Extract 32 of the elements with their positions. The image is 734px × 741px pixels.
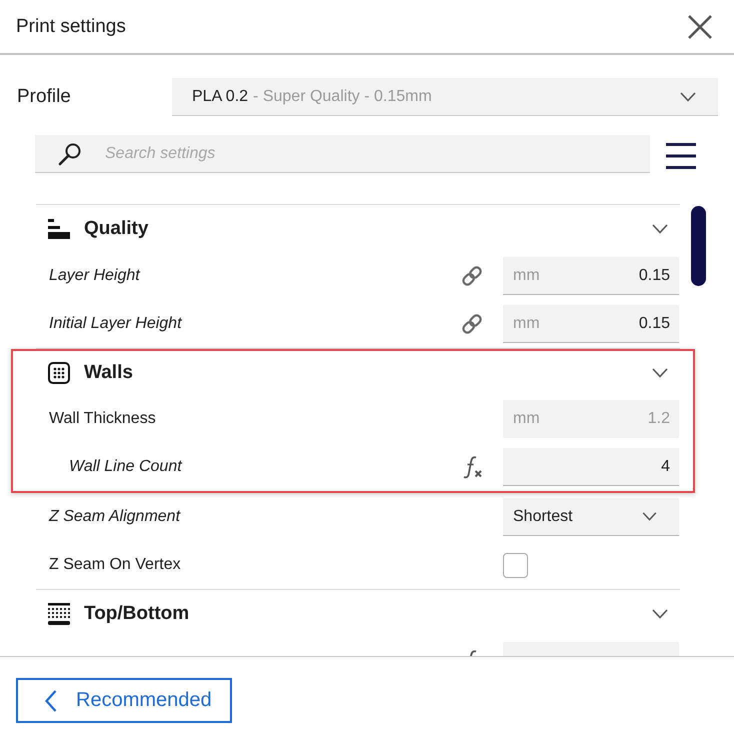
chevron-icon[interactable] — [652, 608, 668, 618]
link-icon[interactable] — [460, 264, 484, 288]
checkbox[interactable] — [503, 552, 528, 578]
setting-label: Initial Layer Height — [49, 315, 184, 333]
setting-label: Z Seam On Vertex — [49, 556, 182, 574]
close-icon[interactable] — [687, 14, 713, 40]
recommended-button[interactable]: Recommended — [16, 678, 232, 723]
search-field[interactable]: Search settings — [35, 135, 650, 173]
section-title[interactable]: Quality — [84, 218, 652, 240]
chevron-icon — [680, 92, 696, 102]
profile-dropdown[interactable]: PLA 0.2 - Super Quality - 0.15mm — [172, 78, 718, 116]
chevron-left-icon — [45, 690, 57, 712]
number-field: mm 1.2 — [503, 400, 679, 438]
profile-label: Profile — [17, 86, 72, 108]
scrollbar-thumb[interactable] — [691, 206, 706, 286]
setting-label: Wall Line Count — [69, 458, 184, 476]
bars-icon — [48, 218, 70, 238]
chevron-icon[interactable] — [652, 224, 668, 234]
setting-label: Wall Thickness — [49, 410, 157, 428]
search-icon — [58, 142, 82, 166]
section-title[interactable]: Top/Bottom — [84, 602, 652, 624]
setting-label: Z Seam Alignment — [49, 508, 182, 526]
number-field[interactable]: mm 0.15 — [503, 257, 679, 295]
setting-label: Layer Height — [49, 267, 142, 285]
dot-grid-icon — [48, 362, 70, 384]
menu-icon[interactable] — [666, 143, 696, 169]
number-field[interactable]: mm 0.15 — [503, 305, 679, 343]
chevron-icon — [642, 512, 657, 521]
link-icon[interactable] — [460, 312, 484, 336]
window-title: Print settings — [16, 16, 126, 38]
dropdown[interactable]: Shortest — [503, 498, 679, 536]
dotted-lines-icon — [48, 602, 70, 624]
